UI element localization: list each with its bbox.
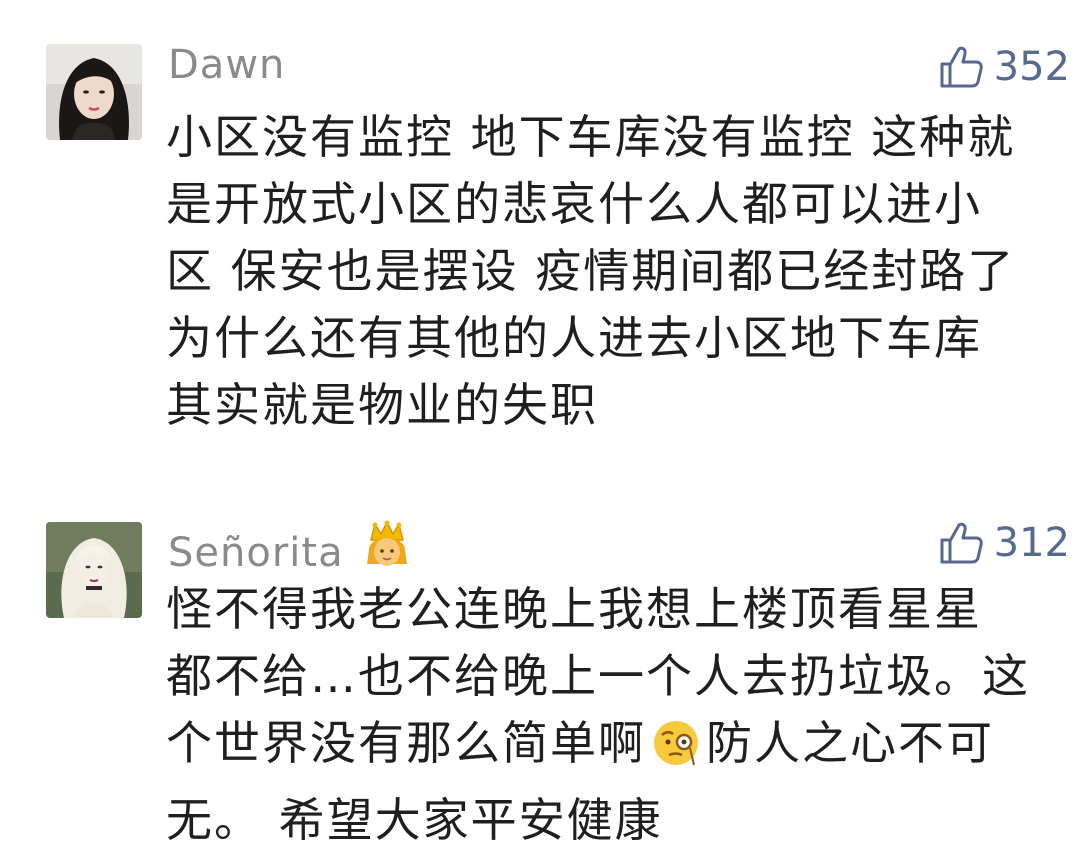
thumbs-up-icon [938,44,984,90]
comment-line: 无。 希望大家平安健康 [166,793,663,847]
comment-line: 都不给…也不给晚上一个人去扔垃圾。这 [166,649,1030,703]
monocle-face-emoji [650,717,702,787]
like-count: 312 [993,520,1070,566]
comment-line: 其实就是物业的失职 [166,378,598,432]
thumbs-up-icon [938,520,984,566]
username[interactable]: Señorita [168,520,413,582]
comment-line-text: 防人之心不可 [706,716,994,770]
comment-line: 是开放式小区的悲哀什么人都可以进小 [166,177,982,231]
comment-line-text: 个世界没有那么简单啊 [166,716,646,770]
like-count: 352 [993,44,1070,90]
avatar[interactable] [46,522,142,618]
comment-line: 怪不得我老公连晚上我想上楼顶看星星 [166,582,982,636]
comment-text: 怪不得我老公连晚上我想上楼顶看星星 都不给…也不给晚上一个人去扔垃圾。这 个世界… [166,576,1066,854]
username-text: Señorita [168,530,344,576]
comment-text: 小区没有监控 地下车库没有监控 这种就 是开放式小区的悲哀什么人都可以进小 区 … [166,104,1066,439]
like-button[interactable]: 352 [938,44,1070,90]
comment-line: 个世界没有那么简单啊 防人之心不可 [166,710,1066,787]
comment-line: 区 保安也是摆设 疫情期间都已经封路了 [166,244,1016,298]
avatar[interactable] [46,44,142,140]
comment-item: Señorita 312 怪不得我老公连晚上我想上楼顶看星星 都不给…也不给晚上… [0,500,1078,862]
like-button[interactable]: 312 [938,520,1070,566]
princess-emoji [361,520,413,582]
username[interactable]: Dawn [168,42,285,88]
comment-item: Dawn 352 小区没有监控 地下车库没有监控 这种就 是开放式小区的悲哀什么… [0,0,1078,470]
comment-line: 小区没有监控 地下车库没有监控 这种就 [166,110,1016,164]
comment-line: 为什么还有其他的人进去小区地下车库 [166,311,982,365]
